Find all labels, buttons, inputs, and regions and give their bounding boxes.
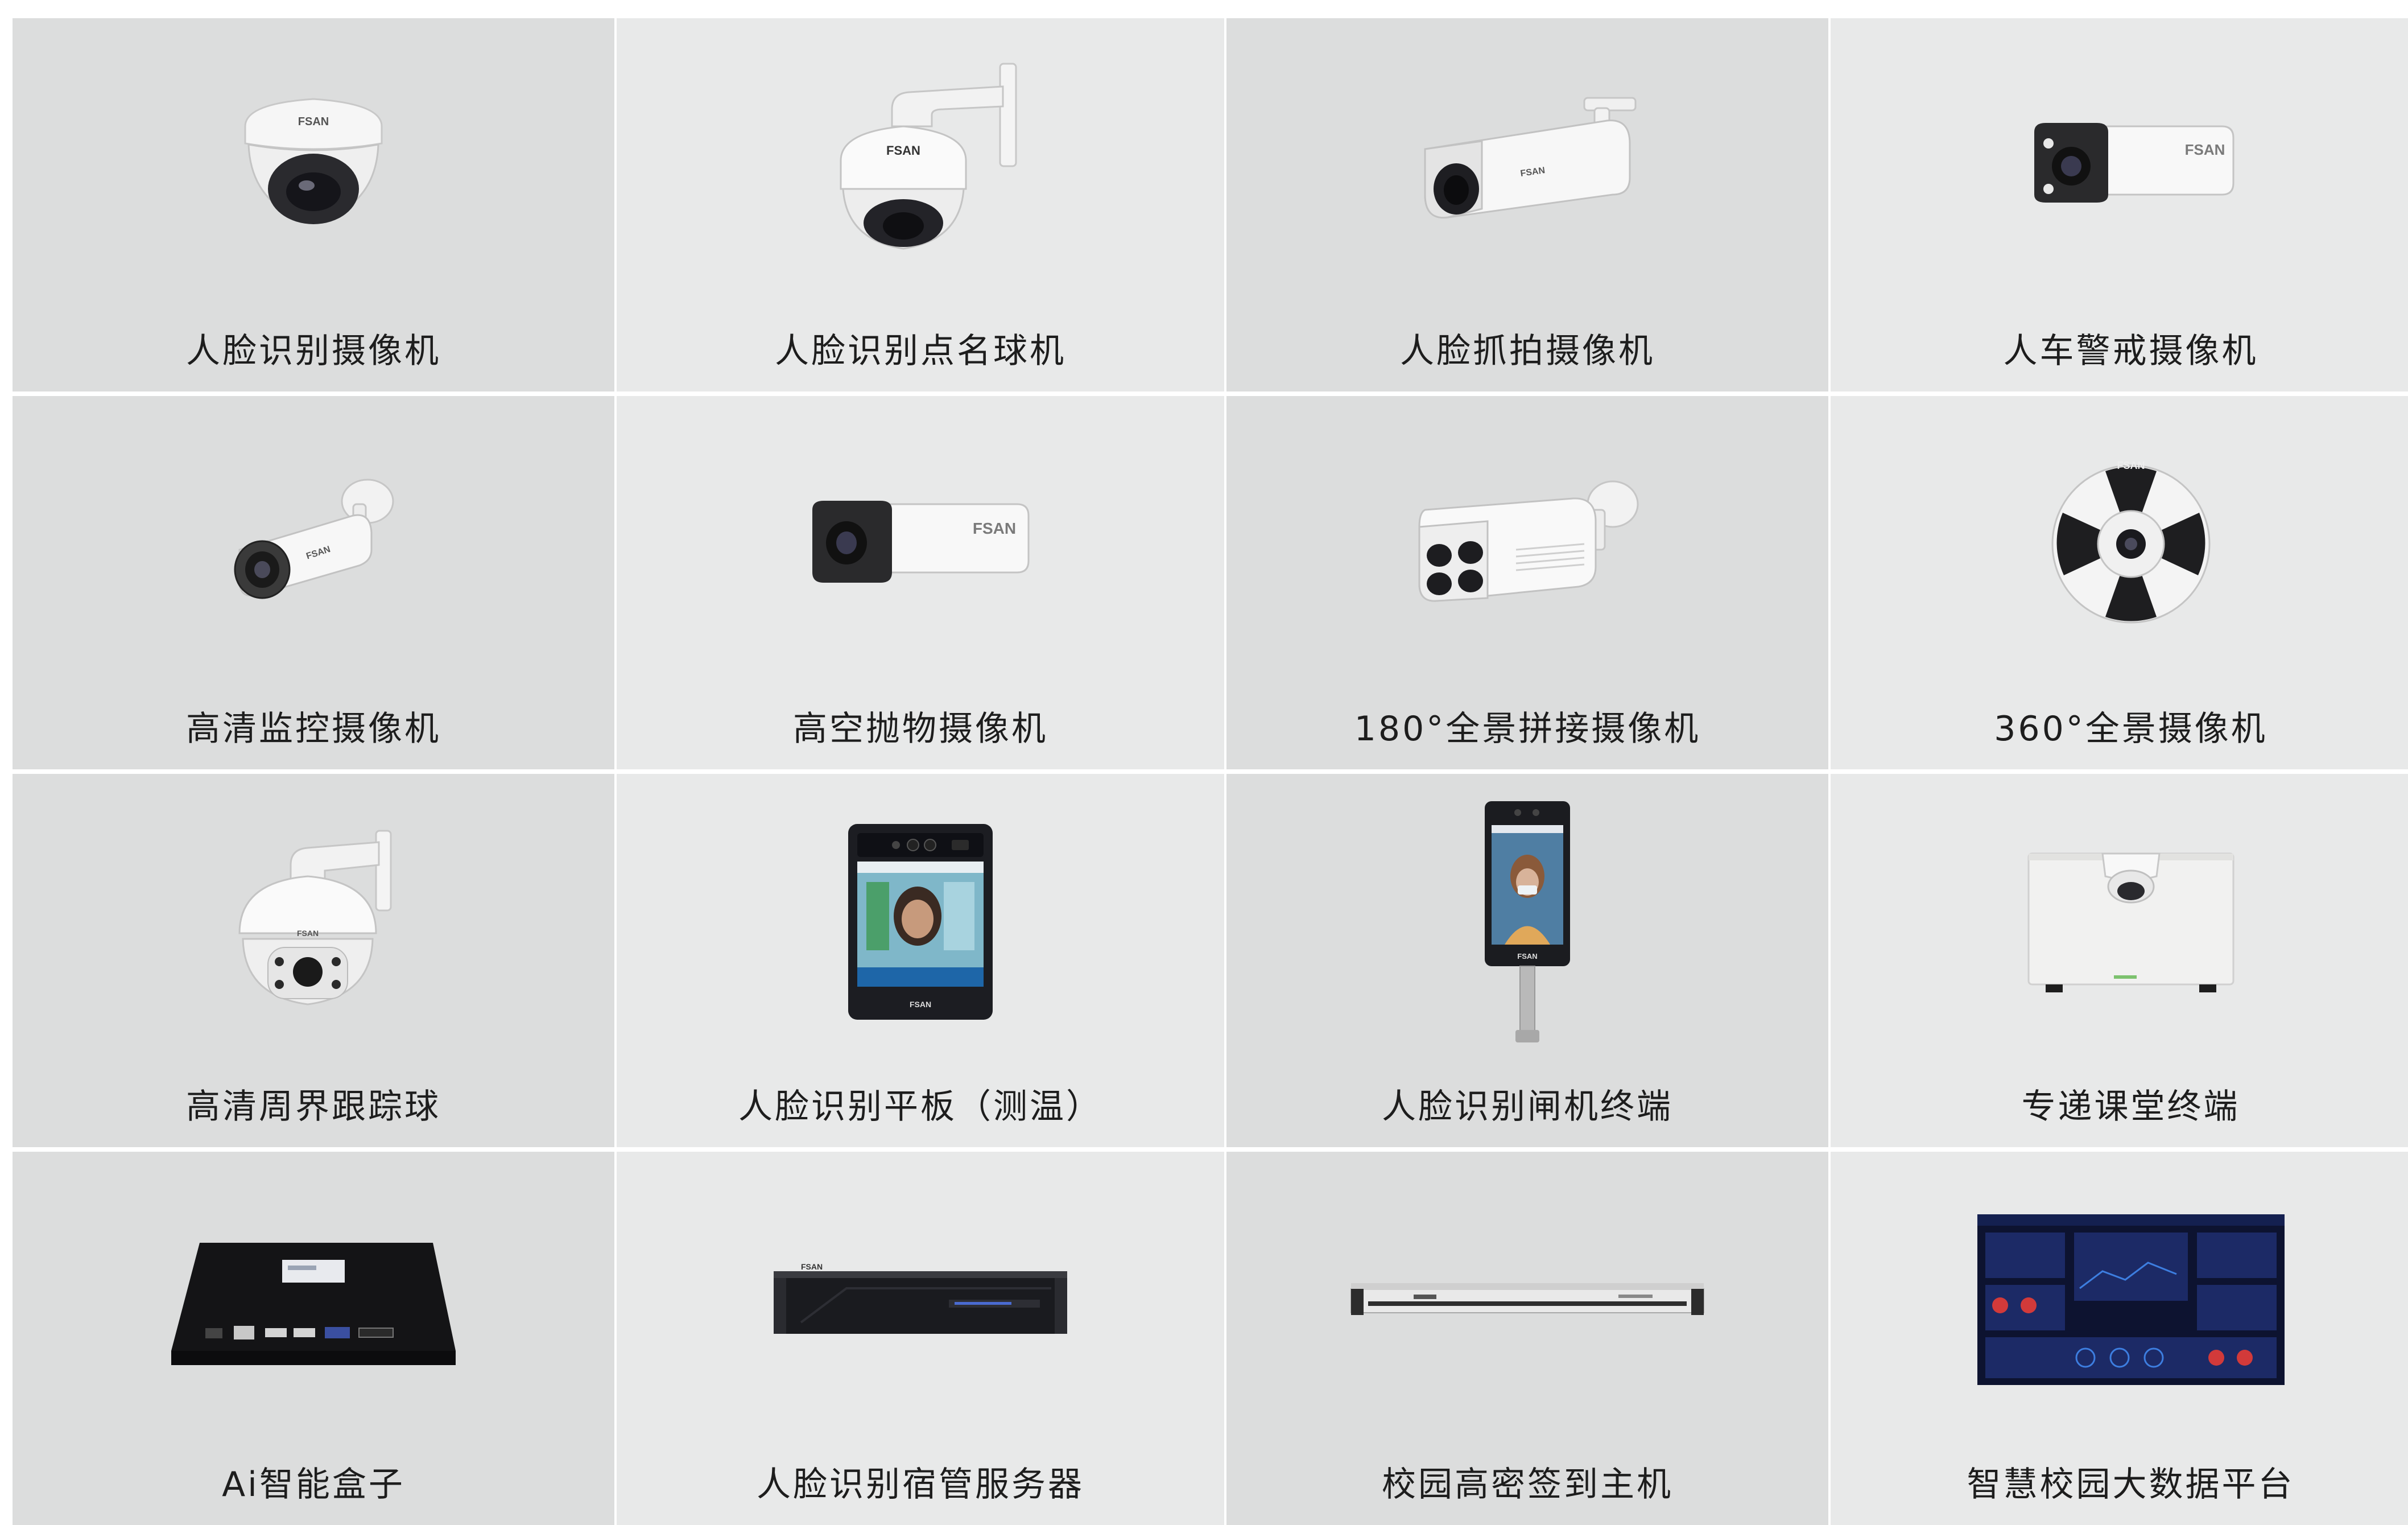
product-card-dorm-face-server[interactable]: FSAN 人脸识别宿管服务器 — [617, 1152, 1224, 1525]
product-label: 人脸识别摄像机 — [186, 331, 441, 371]
product-label: 智慧校园大数据平台 — [1967, 1465, 2295, 1505]
face-recognition-tablet-icon: FSAN — [617, 774, 1224, 1070]
svg-text:FSAN: FSAN — [297, 929, 319, 938]
ai-box-icon — [13, 1152, 614, 1448]
product-card-falling-object-camera[interactable]: FSAN 高空抛物摄像机 — [617, 396, 1224, 769]
product-label: 人脸识别点名球机 — [775, 331, 1066, 371]
svg-text:FSAN: FSAN — [973, 520, 1016, 537]
product-grid: FSAN 人脸识别摄像机 FSAN 人脸识别点名球机 FSAN 人脸抓拍摄像机 … — [13, 18, 2408, 1525]
ptz-speed-dome-icon: FSAN — [13, 774, 614, 1070]
product-card-180-panoramic-camera[interactable]: 180°全景拼接摄像机 — [1226, 396, 1828, 769]
product-card-face-recognition-camera[interactable]: FSAN 人脸识别摄像机 — [13, 18, 614, 391]
product-label: 人脸识别平板（测温） — [738, 1087, 1102, 1127]
rack-server-icon: FSAN — [617, 1152, 1224, 1448]
dashboard-screen-icon — [1831, 1152, 2408, 1448]
product-card-ai-box[interactable]: Ai智能盒子 — [13, 1152, 614, 1525]
product-card-face-recognition-tablet[interactable]: FSAN 人脸识别平板（测温） — [617, 774, 1224, 1147]
product-card-campus-checkin-host[interactable]: 校园高密签到主机 — [1226, 1152, 1828, 1525]
1u-rack-host-icon — [1226, 1152, 1828, 1448]
product-card-360-panoramic-camera[interactable]: FSAN 360°全景摄像机 — [1831, 396, 2408, 769]
svg-text:FSAN: FSAN — [886, 143, 920, 158]
dome-camera-icon: FSAN — [13, 18, 614, 314]
product-label: 人脸识别宿管服务器 — [757, 1465, 1084, 1505]
product-label: 高空抛物摄像机 — [793, 709, 1048, 749]
ir-bullet-camera-icon: FSAN — [13, 396, 614, 692]
product-card-perimeter-tracking-dome[interactable]: FSAN 高清周界跟踪球 — [13, 774, 614, 1147]
product-card-face-rollcall-dome[interactable]: FSAN 人脸识别点名球机 — [617, 18, 1224, 391]
product-label: Ai智能盒子 — [222, 1465, 405, 1505]
product-card-face-gate-terminal[interactable]: FSAN 人脸识别闸机终端 — [1226, 774, 1828, 1147]
product-label: 校园高密签到主机 — [1382, 1465, 1673, 1505]
svg-text:FSAN: FSAN — [910, 1000, 931, 1009]
svg-text:FSAN: FSAN — [1517, 952, 1537, 961]
product-label: 180°全景拼接摄像机 — [1354, 709, 1701, 749]
box-bullet-camera-icon: FSAN — [617, 396, 1224, 692]
svg-text:FSAN: FSAN — [2117, 460, 2145, 471]
product-label: 高清监控摄像机 — [186, 709, 441, 749]
product-card-classroom-terminal[interactable]: 专递课堂终端 — [1831, 774, 2408, 1147]
svg-text:FSAN: FSAN — [2184, 141, 2225, 158]
wall-mount-dome-camera-icon: FSAN — [617, 18, 1224, 314]
product-label: 高清周界跟踪球 — [186, 1087, 441, 1127]
multi-lens-panoramic-camera-icon — [1226, 396, 1828, 692]
product-card-face-capture-camera[interactable]: FSAN 人脸抓拍摄像机 — [1226, 18, 1828, 391]
fisheye-camera-icon: FSAN — [1831, 396, 2408, 692]
product-label: 360°全景摄像机 — [1994, 709, 2267, 749]
product-label: 人脸识别闸机终端 — [1382, 1087, 1673, 1127]
product-label: 人脸抓拍摄像机 — [1400, 331, 1655, 371]
face-gate-terminal-icon: FSAN — [1226, 774, 1828, 1070]
product-card-vehicle-alert-camera[interactable]: FSAN 人车警戒摄像机 — [1831, 18, 2408, 391]
product-card-hd-surveillance-camera[interactable]: FSAN 高清监控摄像机 — [13, 396, 614, 769]
product-card-smart-campus-platform[interactable]: 智慧校园大数据平台 — [1831, 1152, 2408, 1525]
product-label: 专递课堂终端 — [2021, 1087, 2240, 1127]
svg-text:FSAN: FSAN — [801, 1262, 823, 1271]
classroom-terminal-icon — [1831, 774, 2408, 1070]
product-label: 人车警戒摄像机 — [2003, 331, 2258, 371]
svg-text:FSAN: FSAN — [298, 116, 329, 128]
bullet-camera-icon: FSAN — [1226, 18, 1828, 314]
box-bullet-camera-icon: FSAN — [1831, 18, 2408, 314]
